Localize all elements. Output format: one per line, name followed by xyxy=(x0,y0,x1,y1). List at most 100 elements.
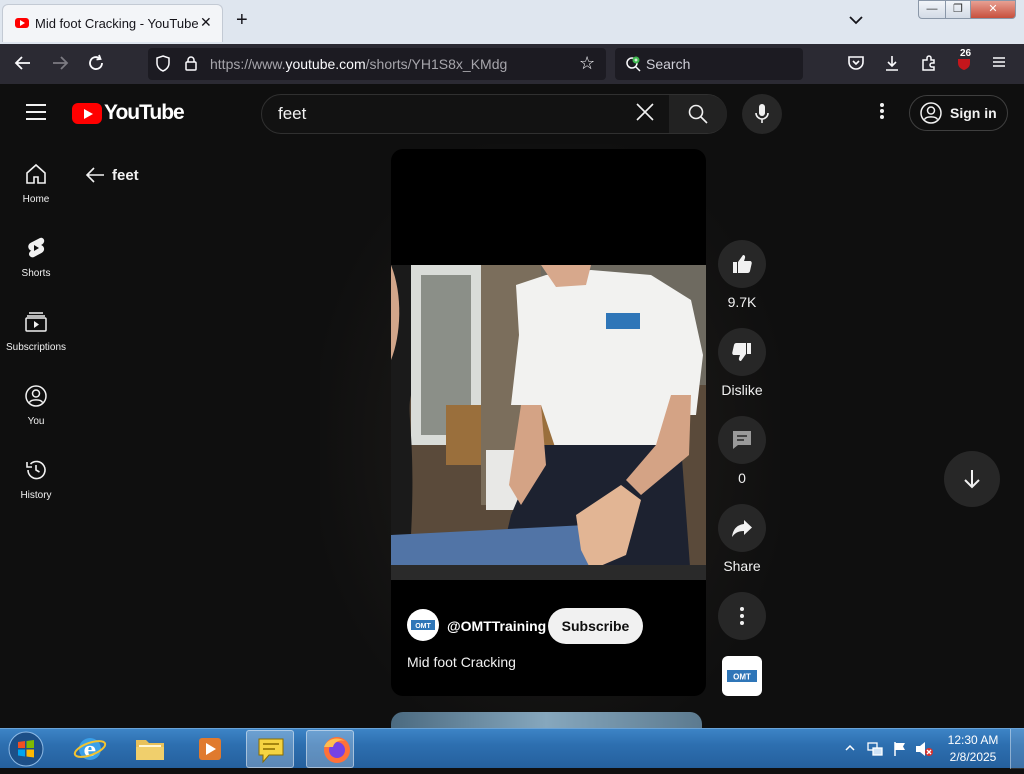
channel-thumbnail[interactable]: OMT xyxy=(722,656,762,696)
new-tab-icon[interactable]: + xyxy=(236,10,248,30)
action-center-flag-icon[interactable] xyxy=(891,740,909,758)
omt-logo-text: OMT xyxy=(733,673,751,682)
lock-icon[interactable] xyxy=(184,55,198,72)
download-icon[interactable] xyxy=(883,54,901,76)
voice-search-button[interactable] xyxy=(742,94,782,134)
more-options-icon[interactable] xyxy=(879,102,885,120)
video-frame[interactable] xyxy=(391,265,706,580)
address-bar[interactable]: https://www.youtube.com/shorts/YH1S8x_KM… xyxy=(148,48,606,80)
pocket-icon[interactable] xyxy=(847,54,865,76)
taskbar-internet-explorer[interactable]: e xyxy=(66,730,114,768)
tracking-shield-icon[interactable] xyxy=(156,55,170,72)
hamburger-menu-icon[interactable] xyxy=(991,54,1007,74)
taskbar-messenger[interactable] xyxy=(246,730,294,768)
you-icon xyxy=(25,385,47,407)
search-bar-placeholder: Search xyxy=(646,56,691,72)
thumbs-up-icon xyxy=(733,255,752,273)
volume-muted-icon[interactable] xyxy=(914,740,934,758)
dislike-button[interactable] xyxy=(718,328,766,376)
next-video-button[interactable] xyxy=(944,451,1000,507)
url-prefix: https://www. xyxy=(210,56,286,72)
browser-search-bar[interactable]: Search xyxy=(615,48,803,80)
short-video-player[interactable]: OMT @OMTTraining Subscribe Mid foot Crac… xyxy=(391,149,706,696)
sidebar-item-subscriptions[interactable]: Subscriptions xyxy=(0,310,72,384)
bookmark-star-icon[interactable]: ☆ xyxy=(579,53,595,74)
clock-time[interactable]: 12:30 AM xyxy=(940,733,1006,747)
folder-icon xyxy=(136,740,164,760)
sidebar-item-home[interactable]: Home xyxy=(0,162,72,236)
taskbar-firefox[interactable] xyxy=(306,730,354,768)
guide-menu-icon[interactable] xyxy=(26,104,46,125)
youtube-search-input[interactable]: feet xyxy=(278,104,306,124)
share-icon xyxy=(732,520,752,537)
more-vertical-icon xyxy=(740,607,744,625)
media-player-icon xyxy=(199,738,221,760)
taskbar-media-player[interactable] xyxy=(186,730,234,768)
window-maximize-button[interactable]: ❐ xyxy=(945,0,971,19)
youtube-logo-text[interactable]: YouTube xyxy=(104,101,185,125)
youtube-favicon-icon xyxy=(15,18,29,28)
url-text[interactable]: https://www.youtube.com/shorts/YH1S8x_KM… xyxy=(210,56,507,72)
sidebar-label: You xyxy=(27,416,45,427)
browser-toolbar: https://www.youtube.com/shorts/YH1S8x_KM… xyxy=(0,44,1024,84)
microphone-icon xyxy=(755,104,769,123)
channel-name[interactable]: @OMTTraining xyxy=(447,618,546,634)
start-button[interactable] xyxy=(4,730,48,768)
windows-logo-icon xyxy=(8,731,44,767)
omt-logo-icon: OMT xyxy=(727,670,757,682)
youtube-search-box[interactable]: feet xyxy=(261,94,727,134)
more-actions-button[interactable] xyxy=(718,592,766,640)
chat-bubble-icon xyxy=(258,738,284,764)
clear-search-icon[interactable] xyxy=(635,102,655,127)
browser-tab[interactable]: Mid foot Cracking - YouTube ✕ xyxy=(2,4,223,42)
youtube-search-button[interactable] xyxy=(669,95,727,133)
omt-logo-icon: OMT xyxy=(411,620,435,630)
dislike-label: Dislike xyxy=(721,382,763,398)
history-icon xyxy=(26,460,46,480)
search-icon xyxy=(688,104,708,124)
next-short-preview[interactable] xyxy=(391,712,702,728)
firefox-icon xyxy=(324,737,350,763)
clock-date[interactable]: 2/8/2025 xyxy=(940,750,1006,764)
share-button[interactable] xyxy=(718,504,766,552)
windows-taskbar: e 12:30 AM 2/8/2025 xyxy=(0,728,1024,769)
window-minimize-button[interactable]: — xyxy=(918,0,946,19)
sidebar-item-history[interactable]: History xyxy=(0,458,72,532)
search-engine-icon xyxy=(626,56,641,72)
subscribe-button[interactable]: Subscribe xyxy=(548,608,643,644)
short-title[interactable]: Mid foot Cracking xyxy=(407,654,516,670)
url-path: /shorts/YH1S8x_KMdg xyxy=(365,56,508,72)
omt-logo-text: OMT xyxy=(415,623,431,630)
show-desktop-button[interactable] xyxy=(1010,729,1024,769)
sidebar-item-you[interactable]: You xyxy=(0,384,72,458)
comments-button[interactable] xyxy=(718,416,766,464)
youtube-logo-icon[interactable] xyxy=(72,103,102,124)
taskbar-file-explorer[interactable] xyxy=(126,730,174,768)
tab-list-chevron-icon[interactable] xyxy=(849,12,863,28)
share-label: Share xyxy=(723,558,761,574)
forward-arrow-icon[interactable] xyxy=(51,54,69,76)
sidebar-item-shorts[interactable]: Shorts xyxy=(0,236,72,310)
url-domain: youtube.com xyxy=(285,56,366,72)
sidebar-label: Subscriptions xyxy=(5,342,67,353)
arrow-down-icon xyxy=(964,470,980,489)
sidebar-label: Shorts xyxy=(21,268,51,279)
comment-count: 0 xyxy=(738,470,746,486)
channel-avatar[interactable]: OMT xyxy=(407,609,439,641)
back-arrow-icon[interactable] xyxy=(84,164,106,186)
tray-expand-icon[interactable] xyxy=(845,743,855,753)
browser-titlebar: Mid foot Cracking - YouTube ✕ + — ❐ ✕ xyxy=(0,0,1024,44)
internet-explorer-icon: e xyxy=(73,737,107,761)
back-to-search-label[interactable]: feet xyxy=(112,167,139,184)
tab-close-icon[interactable]: ✕ xyxy=(200,14,212,31)
reload-icon[interactable] xyxy=(87,54,105,76)
back-arrow-icon[interactable] xyxy=(14,54,32,76)
window-close-button[interactable]: ✕ xyxy=(970,0,1016,19)
like-button[interactable] xyxy=(718,240,766,288)
youtube-page: YouTube feet Sign in Home Shorts Subscri… xyxy=(0,84,1024,728)
sign-in-button[interactable]: Sign in xyxy=(909,95,1008,131)
extensions-puzzle-icon[interactable] xyxy=(920,54,938,76)
sidebar-label: History xyxy=(20,490,52,501)
network-icon[interactable] xyxy=(866,740,884,758)
sign-in-label: Sign in xyxy=(950,105,997,121)
